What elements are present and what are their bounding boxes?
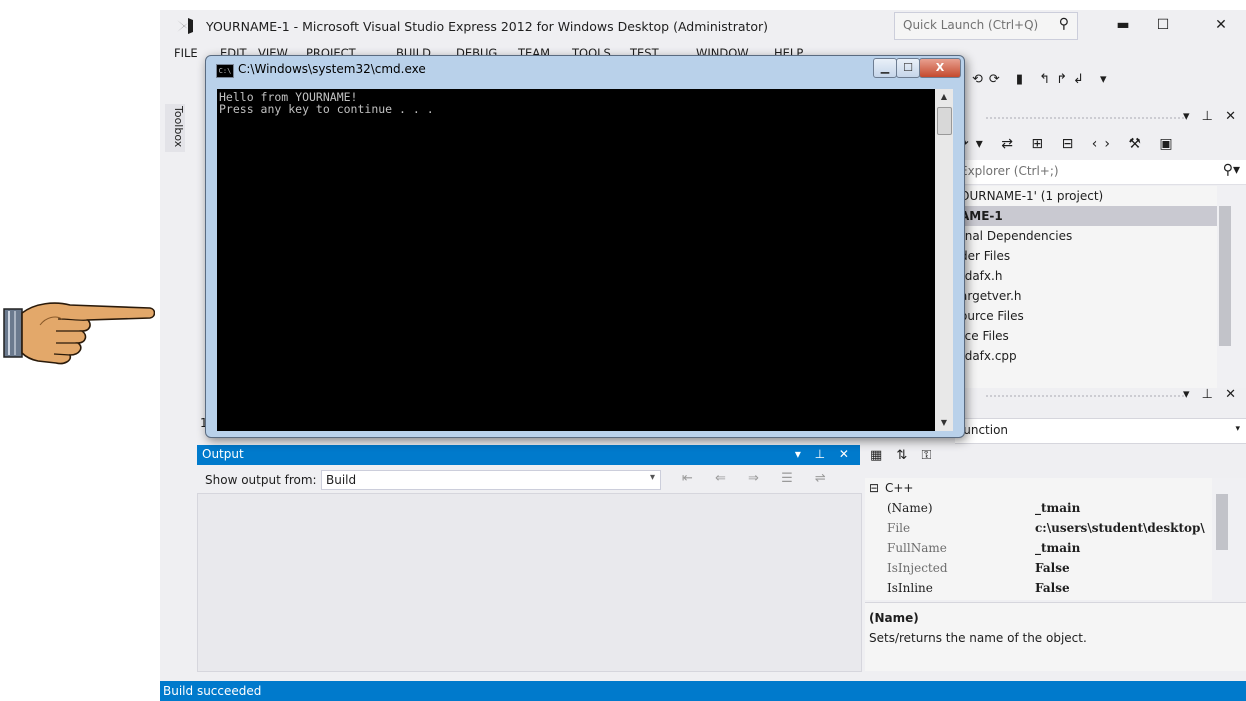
properties-header: ▾ ⊥ ✕ [955, 386, 1246, 406]
cmd-window: C:\ C:\Windows\system32\cmd.exe ▁ ☐ X He… [205, 55, 965, 438]
solution-explorer-search[interactable]: Explorer (Ctrl+;) ⚲▾ [955, 160, 1246, 185]
cmd-close-button[interactable]: X [919, 58, 961, 78]
collapse-icon[interactable]: ⊟ [869, 478, 879, 498]
tree-item[interactable]: argetver.h [955, 286, 1222, 306]
property-row[interactable]: IsInline False [865, 578, 1212, 598]
properties-grid: ⊟ C++ (Name) _tmain File c:\users\studen… [865, 478, 1212, 600]
close-button[interactable]: ✕ [1206, 14, 1236, 36]
quick-launch-input[interactable]: Quick Launch (Ctrl+Q) ⚲ [894, 12, 1078, 40]
property-row[interactable]: IsInjected False [865, 558, 1212, 578]
console-output[interactable]: Hello from YOURNAME! Press any key to co… [217, 89, 935, 431]
cmd-maximize-button[interactable]: ☐ [896, 58, 920, 78]
window-title: YOURNAME-1 - Microsoft Visual Studio Exp… [206, 19, 769, 34]
output-toolbar-icons[interactable]: ⇤ ⇐ ⇒ ☰ ⇌ [682, 471, 835, 486]
chevron-down-icon: ▾ [649, 472, 655, 483]
output-toolbar: Show output from: Build ▾ ⇤ ⇐ ⇒ ☰ ⇌ [197, 467, 860, 493]
search-icon: ⚲▾ [1222, 162, 1240, 178]
status-bar: Build succeeded [160, 681, 1246, 701]
output-pane-header: Output ▾ ⊥ ✕ [197, 445, 860, 465]
tree-item[interactable]: ource Files [955, 306, 1222, 326]
solution-explorer-toolbar[interactable]: ⟳▾ ⇄ ⊞ ⊟ ‹› ⚒ ▣ [955, 132, 1246, 158]
show-output-label: Show output from: [205, 473, 317, 487]
restore-button[interactable]: ☐ [1148, 14, 1178, 36]
tree-item-selected[interactable]: AME-1 [955, 206, 1222, 226]
search-icon: ⚲ [1058, 16, 1069, 32]
tree-item[interactable]: OURNAME-1' (1 project) [955, 186, 1222, 206]
output-source-value: Build [326, 473, 357, 487]
tree-item[interactable]: tdafx.h [955, 266, 1222, 286]
title-bar: YOURNAME-1 - Microsoft Visual Studio Exp… [160, 10, 1246, 42]
solution-explorer-header: r ▾ ⊥ ✕ [955, 108, 1246, 128]
menu-file[interactable]: FILE [174, 46, 198, 60]
scroll-thumb[interactable] [937, 107, 952, 135]
scroll-up-icon[interactable]: ▲ [935, 89, 953, 105]
pane-controls[interactable]: ▾ ⊥ ✕ [1183, 387, 1240, 402]
property-row[interactable]: (Name) _tmain [865, 498, 1212, 518]
toolbox-label: Toolbox [172, 106, 185, 148]
solution-tree: OURNAME-1' (1 project) AME-1 rnal Depend… [955, 186, 1222, 388]
scroll-down-icon[interactable]: ▼ [935, 415, 953, 431]
properties-scrollbar[interactable] [1212, 478, 1246, 600]
output-title: Output [202, 447, 244, 461]
quick-launch-placeholder: Quick Launch (Ctrl+Q) [903, 18, 1039, 32]
tree-item[interactable]: tdafx.cpp [955, 346, 1222, 366]
chevron-down-icon: ▾ [1235, 424, 1240, 434]
tree-item[interactable]: rce Files [955, 326, 1222, 346]
cmd-minimize-button[interactable]: ▁ [873, 58, 897, 78]
properties-object-select[interactable]: Function ▾ [955, 418, 1246, 444]
solution-scrollbar[interactable] [1217, 186, 1246, 388]
pane-controls[interactable]: ▾ ⊥ ✕ [795, 447, 854, 461]
tree-item[interactable]: rnal Dependencies [955, 226, 1222, 246]
description-text: Sets/returns the name of the object. [869, 631, 1087, 645]
output-text-area[interactable] [197, 493, 862, 672]
solution-search-placeholder: Explorer (Ctrl+;) [960, 164, 1059, 178]
pointing-hand-icon [3, 302, 155, 365]
property-row[interactable]: File c:\users\student\desktop\ [865, 518, 1212, 538]
property-row[interactable]: FullName _tmain [865, 538, 1212, 558]
property-description: (Name) Sets/returns the name of the obje… [865, 602, 1246, 671]
output-source-select[interactable]: Build ▾ [321, 470, 661, 490]
cmd-title: C:\Windows\system32\cmd.exe [238, 62, 426, 76]
console-text: Hello from YOURNAME! Press any key to co… [219, 90, 434, 116]
property-category: C++ [885, 481, 914, 495]
cmd-scrollbar[interactable]: ▲ ▼ [935, 89, 953, 431]
toolbar-icons[interactable]: ⟲⟳ ▮ ↰↱↲ ▾ [972, 72, 1113, 87]
properties-toolbar[interactable]: ▦ ⇅ ⚿ [870, 448, 936, 463]
minimize-button[interactable]: ▬ [1108, 14, 1138, 36]
description-title: (Name) [869, 611, 919, 625]
visual-studio-logo-icon [173, 18, 193, 34]
cmd-icon: C:\ [216, 64, 234, 78]
status-text: Build succeeded [163, 684, 262, 698]
tree-item[interactable]: der Files [955, 246, 1222, 266]
pane-controls[interactable]: ▾ ⊥ ✕ [1183, 109, 1240, 124]
